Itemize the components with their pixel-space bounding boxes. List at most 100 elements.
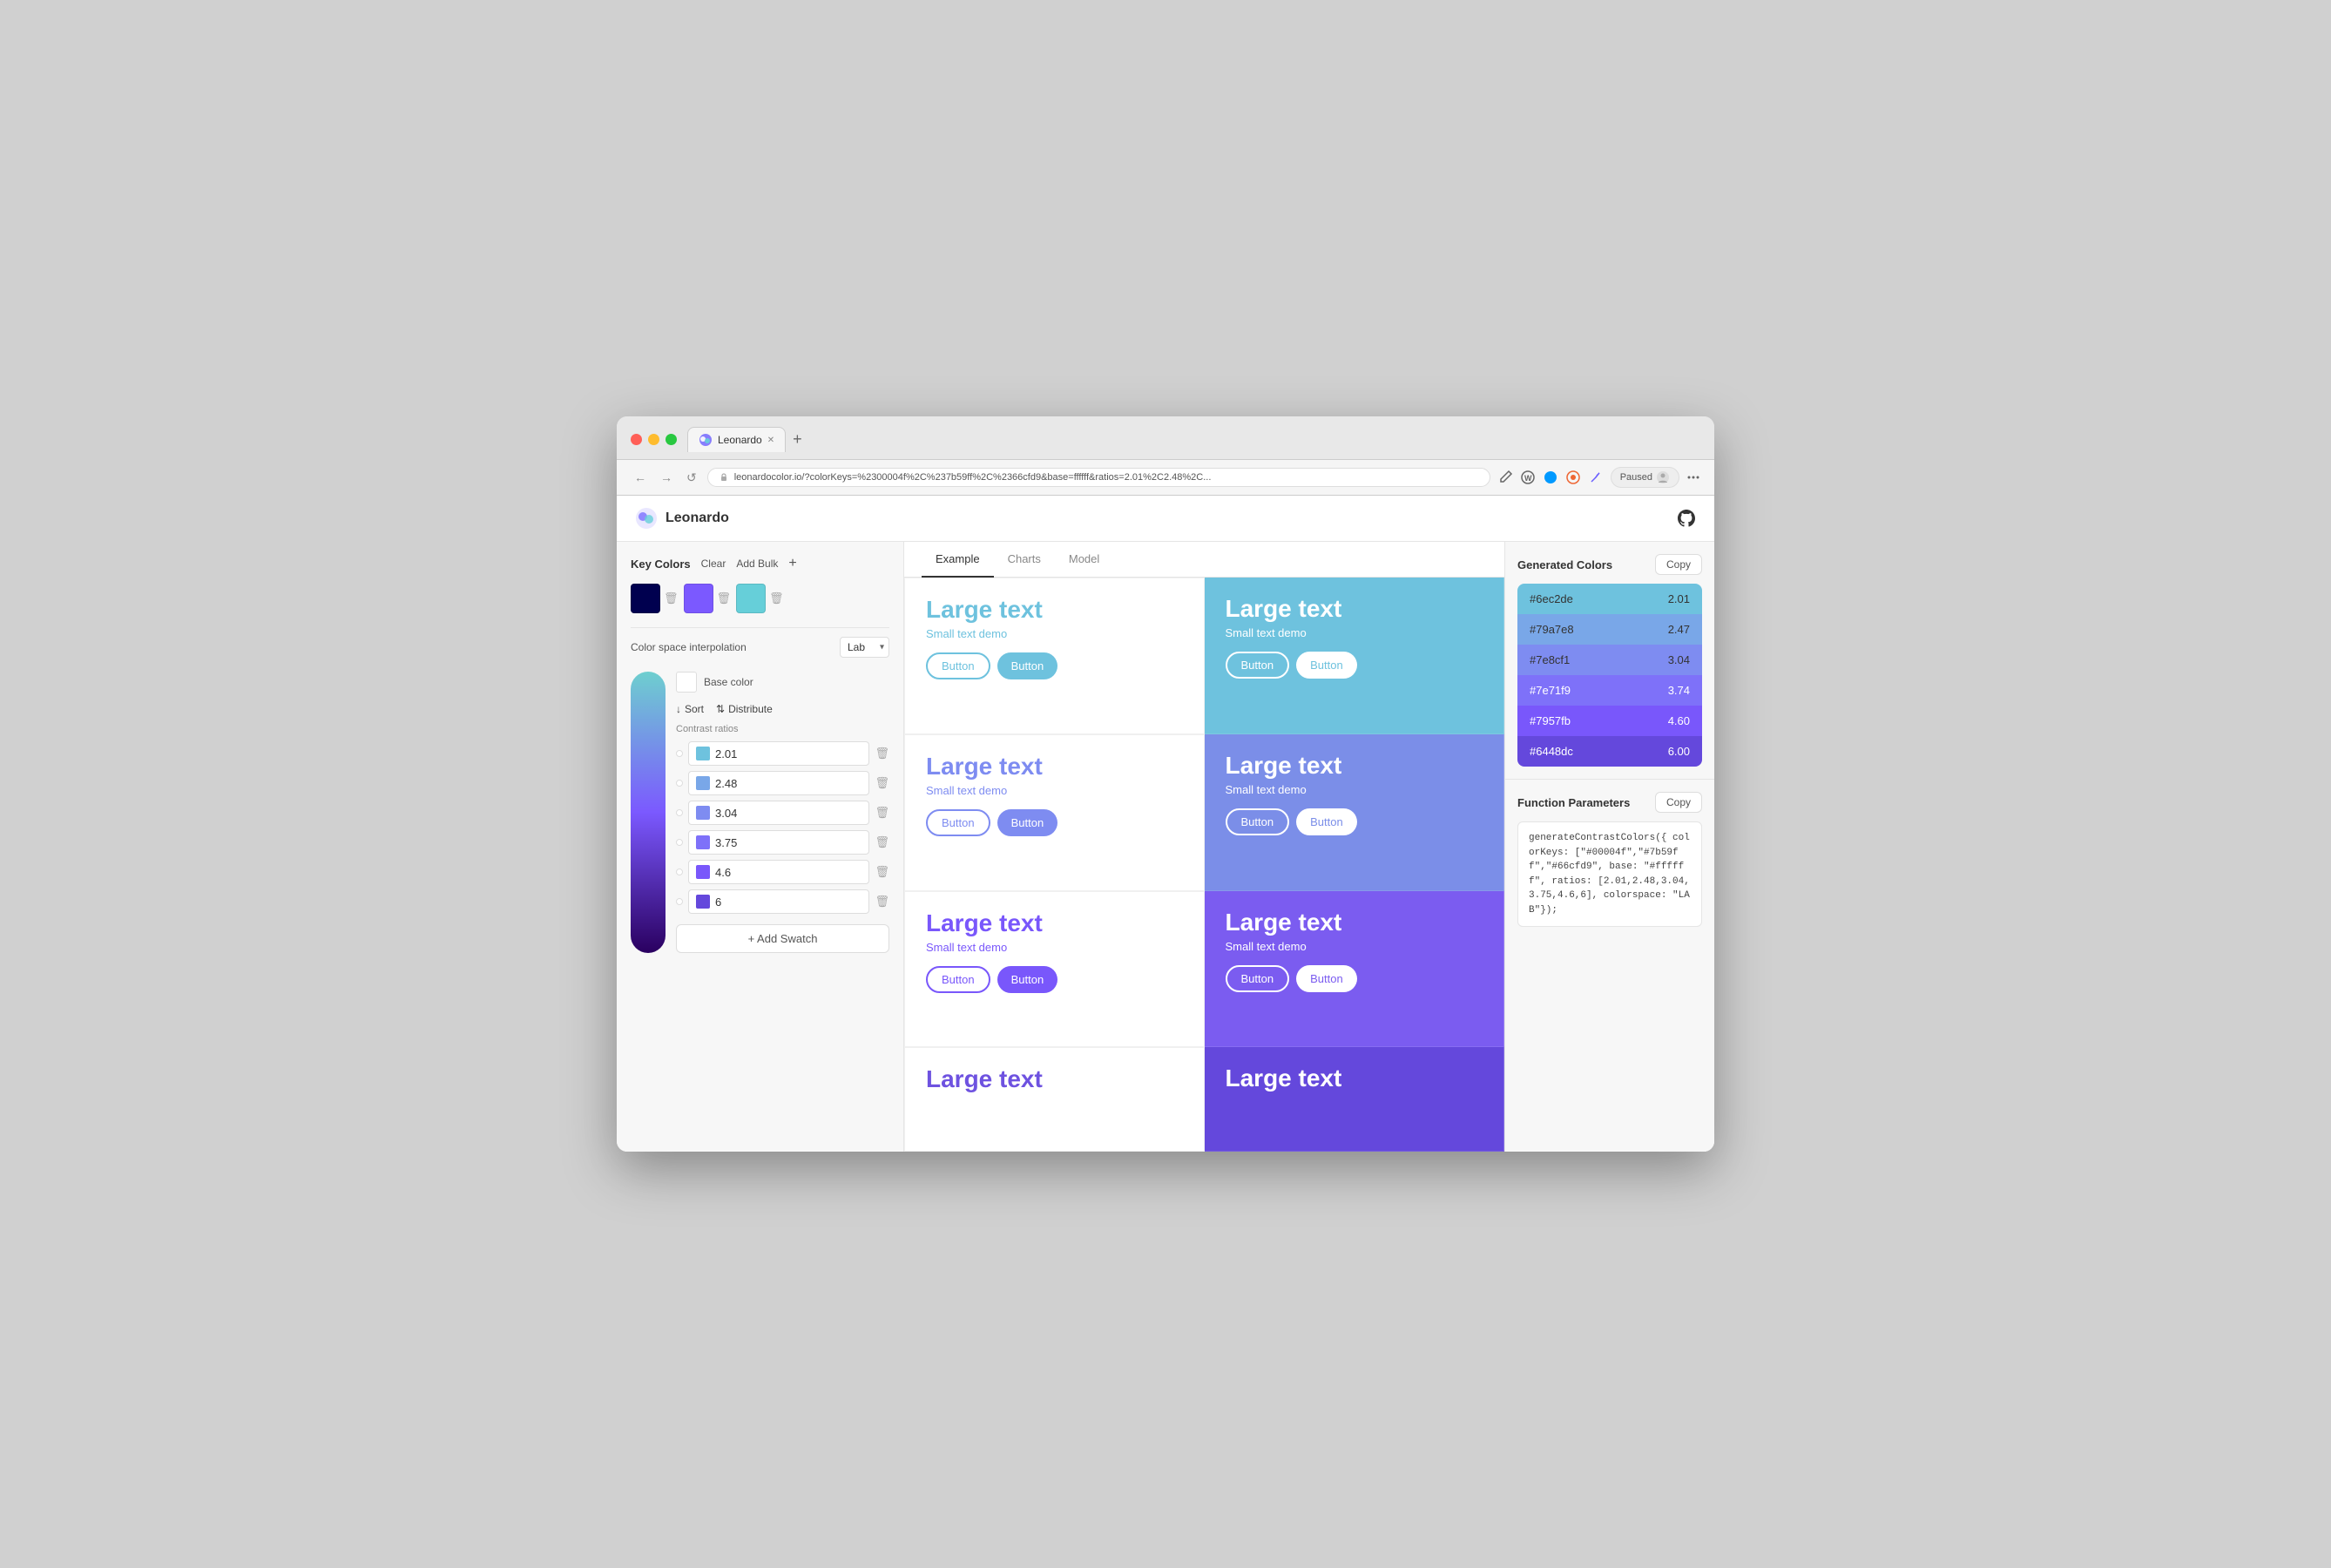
demo-btn-2a[interactable]: Button — [1226, 652, 1290, 679]
add-color-button[interactable]: + — [788, 556, 796, 571]
color-space-select-wrapper: Lab LCH HSL RGB — [840, 637, 889, 658]
ratio-input-1[interactable]: 2.01 — [688, 741, 869, 766]
menu-dots-icon[interactable] — [1686, 470, 1700, 484]
swatch-item-3: 🗑 — [736, 584, 784, 613]
address-bar[interactable]: leonardocolor.io/?colorKeys=%2300004f%2C… — [707, 468, 1490, 487]
demo-btn-2b[interactable]: Button — [1296, 652, 1357, 679]
pencil-icon[interactable] — [1497, 470, 1513, 485]
demo-btn-3a[interactable]: Button — [926, 809, 990, 836]
browser-tab[interactable]: Leonardo ✕ — [687, 427, 786, 452]
delete-ratio-4[interactable]: 🗑 — [875, 835, 889, 849]
ratio-input-2[interactable]: 2.48 — [688, 771, 869, 795]
key-colors-title: Key Colors — [631, 558, 691, 571]
tab-title: Leonardo — [718, 434, 762, 446]
ratio-input-4[interactable]: 3.75 — [688, 830, 869, 855]
color-space-label: Color space interpolation — [631, 641, 747, 653]
color-ratio-4: 3.74 — [1668, 684, 1690, 697]
delete-ratio-3[interactable]: 🗑 — [875, 806, 889, 820]
color-ratio-3: 3.04 — [1668, 653, 1690, 666]
avatar-icon — [1656, 470, 1670, 484]
circle-blue-icon[interactable] — [1543, 470, 1558, 485]
demo-btn-6b[interactable]: Button — [1296, 965, 1357, 992]
url-text: leonardocolor.io/?colorKeys=%2300004f%2C… — [734, 472, 1479, 483]
generated-colors-header: Generated Colors Copy — [1517, 554, 1702, 575]
tab-close-icon[interactable]: ✕ — [767, 436, 774, 445]
color-hex-1: #6ec2de — [1530, 592, 1573, 605]
add-swatch-button[interactable]: + Add Swatch — [676, 924, 889, 953]
refresh-button[interactable]: ↺ — [683, 469, 700, 487]
close-button[interactable] — [631, 434, 642, 445]
delete-swatch-2[interactable]: 🗑 — [717, 591, 732, 605]
delete-ratio-6[interactable]: 🗑 — [875, 895, 889, 909]
tab-model[interactable]: Model — [1055, 542, 1113, 578]
minimize-button[interactable] — [648, 434, 659, 445]
github-icon[interactable] — [1676, 508, 1697, 529]
ratio-input-5[interactable]: 4.6 — [688, 860, 869, 884]
demo-btn-1a[interactable]: Button — [926, 652, 990, 679]
app-header: Leonardo — [617, 496, 1714, 542]
tab-favicon-icon — [699, 433, 713, 447]
ratio-chip-4 — [696, 835, 710, 849]
distribute-label: Distribute — [728, 703, 773, 715]
sort-button[interactable]: ↓ Sort — [676, 703, 704, 715]
small-text-4: Small text demo — [1226, 783, 1483, 796]
delete-swatch-3[interactable]: 🗑 — [769, 591, 784, 605]
demo-btn-4b[interactable]: Button — [1296, 808, 1357, 835]
swatch-dark-blue[interactable] — [631, 584, 660, 613]
color-ratio-1: 2.01 — [1668, 592, 1690, 605]
record-icon[interactable] — [1565, 470, 1581, 485]
forward-button[interactable]: → — [657, 469, 676, 486]
pen-tool-icon[interactable] — [1588, 470, 1604, 485]
color-ratio-5: 4.60 — [1668, 714, 1690, 727]
ratio-value-1: 2.01 — [715, 747, 737, 760]
clear-button[interactable]: Clear — [701, 558, 726, 570]
ratio-chip-3 — [696, 806, 710, 820]
color-item-6: #6448dc 6.00 — [1517, 736, 1702, 767]
color-list: #6ec2de 2.01 #79a7e8 2.47 #7e8cf1 3.04 — [1517, 584, 1702, 767]
demo-btn-5a[interactable]: Button — [926, 966, 990, 993]
example-cell-6: Large text Small text demo Button Button — [1205, 891, 1505, 1048]
wordpress-icon[interactable]: W — [1520, 470, 1536, 485]
swatch-item-1: 🗑 — [631, 584, 679, 613]
large-text-4: Large text — [1226, 752, 1483, 780]
color-space-select[interactable]: Lab LCH HSL RGB — [840, 637, 889, 658]
delete-ratio-1[interactable]: 🗑 — [875, 747, 889, 760]
ratio-row-5: 4.6 🗑 — [676, 860, 889, 884]
large-text-7: Large text — [926, 1065, 1183, 1093]
paused-label: Paused — [1620, 472, 1652, 483]
swatch-teal[interactable] — [736, 584, 766, 613]
base-color-swatch[interactable] — [676, 672, 697, 693]
ratio-input-6[interactable]: 6 — [688, 889, 869, 914]
demo-btn-1b[interactable]: Button — [997, 652, 1058, 679]
delete-swatch-1[interactable]: 🗑 — [664, 591, 679, 605]
left-panel: Key Colors Clear Add Bulk + 🗑 🗑 — [617, 542, 904, 1152]
back-button[interactable]: ← — [631, 469, 650, 486]
add-bulk-button[interactable]: Add Bulk — [736, 558, 778, 570]
right-panel: Generated Colors Copy #6ec2de 2.01 #79a7… — [1505, 542, 1714, 1152]
demo-btn-4a[interactable]: Button — [1226, 808, 1290, 835]
swatch-purple[interactable] — [684, 584, 713, 613]
copy-params-button[interactable]: Copy — [1655, 792, 1702, 813]
generated-colors-title: Generated Colors — [1517, 558, 1612, 571]
func-params-header: Function Parameters Copy — [1517, 792, 1702, 813]
ratio-input-3[interactable]: 3.04 — [688, 801, 869, 825]
traffic-lights — [631, 434, 677, 445]
tab-example[interactable]: Example — [922, 542, 994, 578]
ratio-dot-3 — [676, 809, 683, 816]
color-item-1: #6ec2de 2.01 — [1517, 584, 1702, 614]
paused-badge: Paused — [1611, 467, 1679, 488]
delete-ratio-2[interactable]: 🗑 — [875, 776, 889, 790]
maximize-button[interactable] — [666, 434, 677, 445]
app-logo: Leonardo — [634, 506, 729, 531]
small-text-6: Small text demo — [1226, 940, 1483, 953]
demo-btn-3b[interactable]: Button — [997, 809, 1058, 836]
new-tab-button[interactable]: + — [789, 427, 806, 452]
demo-btn-5b[interactable]: Button — [997, 966, 1058, 993]
tab-charts[interactable]: Charts — [994, 542, 1055, 578]
title-bar: Leonardo ✕ + — [617, 416, 1714, 460]
color-swatches: 🗑 🗑 🗑 — [631, 584, 889, 613]
demo-btn-6a[interactable]: Button — [1226, 965, 1290, 992]
distribute-button[interactable]: ⇅ Distribute — [716, 703, 773, 715]
delete-ratio-5[interactable]: 🗑 — [875, 865, 889, 879]
copy-colors-button[interactable]: Copy — [1655, 554, 1702, 575]
